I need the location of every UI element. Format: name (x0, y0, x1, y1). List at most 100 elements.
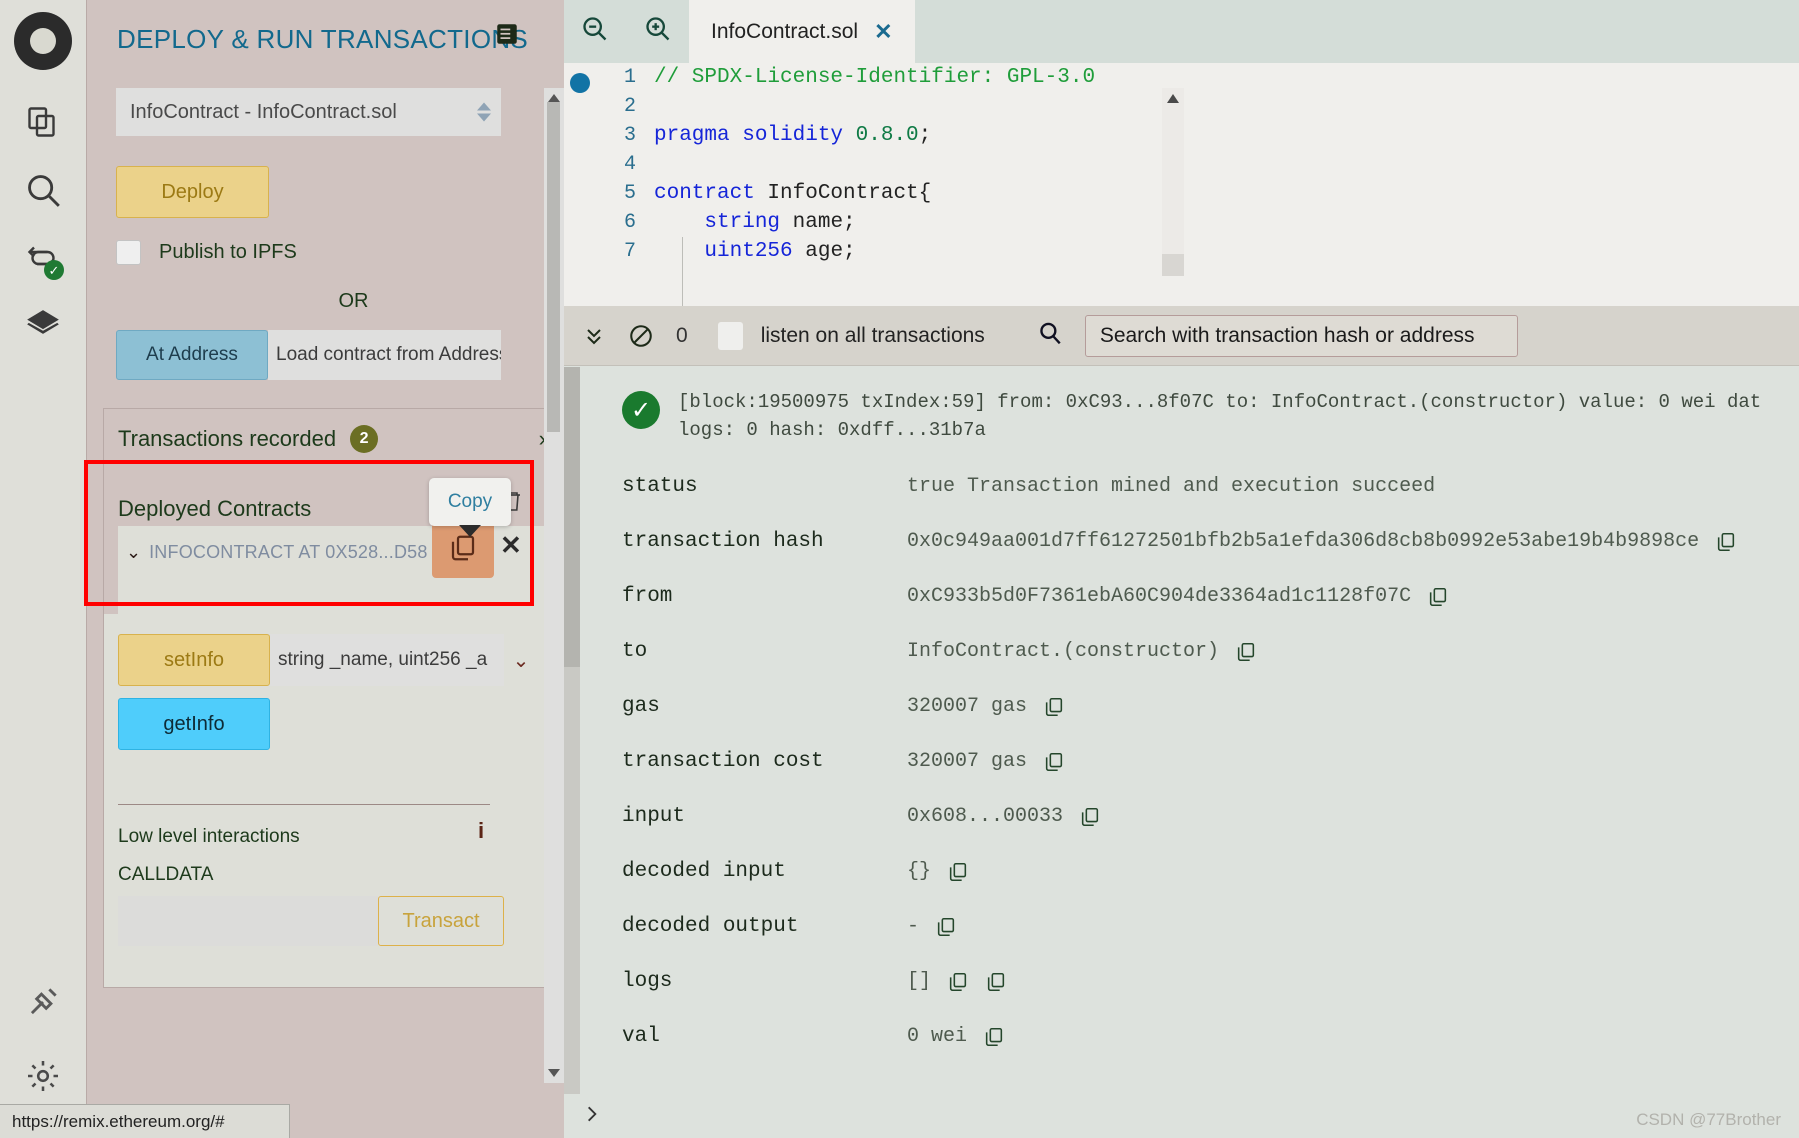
terminal-prompt[interactable] (564, 1094, 1799, 1138)
getinfo-button[interactable]: getInfo (118, 698, 270, 750)
at-address-input[interactable]: Load contract from Address (268, 330, 501, 380)
scrollbar-thumb[interactable] (1162, 254, 1184, 276)
detail-value: 0xC933b5d0F7361ebA60C904de3364ad1c1128f0… (907, 585, 1412, 608)
left-panel-scrollbar[interactable] (544, 88, 564, 1083)
scrollbar-thumb[interactable] (564, 367, 580, 667)
deploy-button[interactable]: Deploy (116, 166, 269, 218)
search-icon[interactable] (1037, 320, 1063, 351)
publish-ipfs-row[interactable]: Publish to IPFS (116, 240, 297, 265)
transaction-detail-row: input 0x608...00033 (622, 789, 1799, 844)
transactions-recorded-label: Transactions recorded (118, 425, 337, 451)
deployed-contracts-title: Deployed Contracts (118, 496, 312, 521)
detail-value: 320007 gas (907, 695, 1028, 718)
detail-key: input (622, 805, 686, 828)
copy-icon[interactable] (947, 971, 969, 993)
chevrons-down-icon[interactable] (582, 324, 606, 348)
line-number: 6 (623, 211, 636, 234)
terminal-count: 0 (676, 323, 688, 347)
detail-key: decoded input (622, 860, 786, 883)
line-number: 3 (623, 124, 636, 147)
terminal-output: ✓ [block:19500975 txIndex:59] from: 0xC9… (564, 367, 1799, 1094)
deployed-contracts-section: Deployed Contracts ⌄ INFOCONTRACT AT 0X5… (103, 468, 566, 988)
transaction-summary[interactable]: ✓ [block:19500975 txIndex:59] from: 0xC9… (622, 389, 1761, 444)
copy-icon[interactable] (985, 971, 1007, 993)
line-number: 1 (623, 66, 636, 89)
calldata-input[interactable] (118, 896, 378, 946)
copy-icon[interactable] (935, 916, 957, 938)
copy-icon[interactable] (1079, 806, 1101, 828)
remix-logo[interactable] (14, 12, 72, 70)
info-icon[interactable]: i (478, 818, 484, 844)
copy-icon[interactable] (947, 861, 969, 883)
setinfo-args-input[interactable]: string _name, uint256 _a (270, 634, 504, 686)
zoom-out-icon[interactable] (581, 15, 609, 48)
copy-icon[interactable] (1427, 586, 1449, 608)
copy-icon[interactable] (1043, 696, 1065, 718)
transaction-detail-row: transaction cost 320007 gas (622, 734, 1799, 789)
line-number: 7 (623, 240, 636, 263)
transact-button[interactable]: Transact (378, 896, 504, 946)
low-level-interactions-title: Low level interactions (118, 826, 300, 847)
deploy-run-icon[interactable] (0, 292, 86, 360)
publish-ipfs-label: Publish to IPFS (159, 241, 297, 263)
success-check-icon: ✓ (622, 391, 660, 429)
line-number: 4 (623, 153, 636, 176)
transaction-detail-row: decoded output - (622, 899, 1799, 954)
activity-icon-bar: ✓ (0, 0, 86, 1138)
deploy-run-panel: DEPLOY & RUN TRANSACTIONS InfoContract -… (86, 0, 566, 1138)
chevron-right-icon[interactable] (582, 1104, 602, 1129)
terminal-scrollbar[interactable] (564, 367, 580, 1094)
copy-icon[interactable] (1715, 531, 1737, 553)
close-icon[interactable]: ✕ (500, 530, 522, 561)
copy-icon[interactable] (983, 1026, 1005, 1048)
editor-side-scrollbar[interactable] (1162, 88, 1184, 276)
detail-key: status (622, 475, 698, 498)
copy-icon[interactable] (1043, 751, 1065, 773)
chevron-down-icon[interactable]: ⌄ (504, 634, 538, 686)
detail-value: 0x608...00033 (907, 805, 1064, 828)
publish-ipfs-checkbox[interactable] (116, 240, 141, 265)
at-address-button[interactable]: At Address (116, 330, 268, 380)
detail-value: InfoContract.(constructor) (907, 640, 1220, 663)
deployed-contract-label: INFOCONTRACT AT 0X528...D58CB (149, 542, 428, 562)
search-icon[interactable] (0, 156, 86, 224)
detail-value: 320007 gas (907, 750, 1028, 773)
setinfo-button[interactable]: setInfo (118, 634, 270, 686)
transactions-recorded-header[interactable]: Transactions recorded 2 › (103, 408, 565, 468)
transaction-search-input[interactable]: Search with transaction hash or address (1084, 314, 1518, 357)
listen-all-transactions-label: listen on all transactions (760, 323, 985, 347)
ban-icon[interactable] (628, 323, 654, 349)
transaction-detail-row: status true Transaction mined and executi… (622, 459, 1799, 514)
scroll-down-arrow-icon[interactable] (544, 1063, 564, 1083)
detail-key: decoded output (622, 915, 799, 938)
file-explorer-icon[interactable] (0, 88, 86, 156)
editor-tab-infocontract[interactable]: InfoContract.sol ✕ (689, 0, 915, 63)
code-text: contract InfoContract{ (654, 182, 932, 205)
solidity-compiler-icon[interactable]: ✓ (0, 224, 86, 292)
chevron-down-icon[interactable]: ⌄ (126, 542, 141, 563)
copy-tooltip: Copy (429, 478, 511, 526)
remix-ide-window: ✓ DEPLOY & RUN TRANSACTIONS InfoContract… (0, 0, 1799, 1138)
scrollbar-thumb[interactable] (547, 102, 560, 432)
transaction-detail-row: to InfoContract.(constructor) (622, 624, 1799, 679)
detail-key: to (622, 640, 648, 663)
scroll-up-arrow-icon[interactable] (1167, 94, 1179, 103)
listen-all-transactions-checkbox[interactable] (717, 321, 743, 350)
calldata-label: CALLDATA (118, 864, 214, 885)
menu-icon[interactable] (494, 20, 520, 48)
transaction-summary-line2: logs: 0 hash: 0xdff...31b7a (678, 418, 986, 441)
terminal-panel: 0 listen on all transactions Search with… (564, 306, 1799, 1138)
plugin-manager-icon[interactable] (0, 968, 86, 1036)
chevron-updown-icon[interactable] (477, 102, 491, 122)
close-icon[interactable]: ✕ (874, 19, 892, 45)
copy-icon[interactable] (1235, 641, 1257, 663)
detail-key: transaction cost (622, 750, 824, 773)
editor-tab-bar: InfoContract.sol ✕ (564, 0, 1799, 63)
code-text: // SPDX-License-Identifier: GPL-3.0 (654, 66, 1096, 89)
contract-select[interactable]: InfoContract - InfoContract.sol (116, 88, 501, 136)
detail-value: 0x0c949aa001d7ff61272501bfb2b5a1efda306d… (907, 530, 1700, 553)
detail-key: val (622, 1025, 660, 1048)
detail-key: gas (622, 695, 660, 718)
zoom-in-icon[interactable] (644, 15, 672, 48)
settings-gear-icon[interactable] (0, 1042, 86, 1110)
